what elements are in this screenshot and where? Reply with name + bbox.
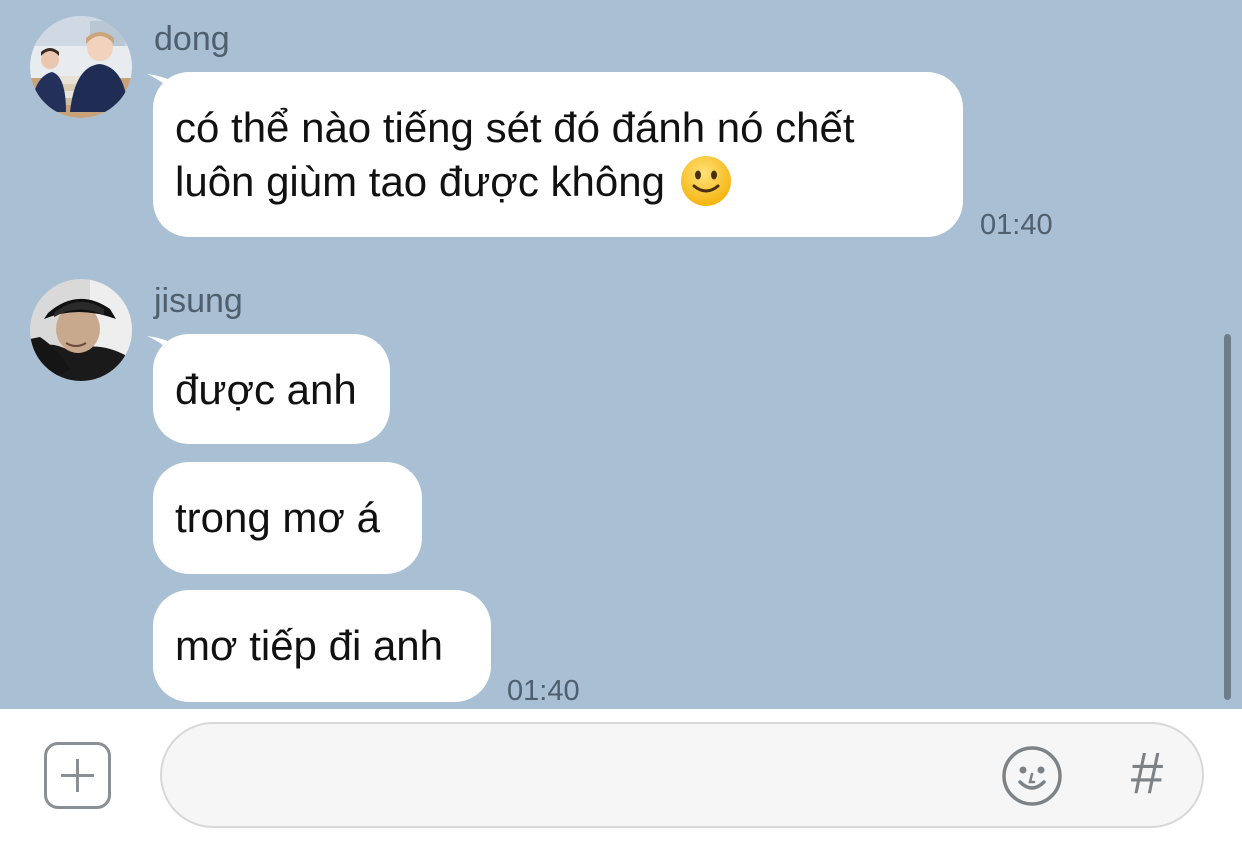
message-text: được anh xyxy=(175,366,357,413)
message-bubble[interactable]: mơ tiếp đi anh xyxy=(153,590,491,702)
message-text: mơ tiếp đi anh xyxy=(175,622,444,669)
message-input[interactable] xyxy=(192,744,992,808)
message-text: có thể nào tiếng sét đó đánh nó chết xyxy=(175,104,855,151)
chat-view[interactable]: dong có thể nào tiếng sét đó đánh nó chế… xyxy=(0,0,1242,709)
message-time: 01:40 xyxy=(980,209,1053,241)
message-bubble[interactable]: có thể nào tiếng sét đó đánh nó chết luô… xyxy=(153,72,963,237)
message-text: luôn giùm tao được không xyxy=(175,155,941,212)
message-bubble[interactable]: được anh xyxy=(153,334,390,444)
add-attachment-button[interactable] xyxy=(44,742,111,809)
avatar-photo-jisung xyxy=(30,279,132,381)
message-bubble[interactable]: trong mơ á xyxy=(153,462,422,574)
hashtag-button[interactable]: # xyxy=(1120,742,1174,806)
avatar-photo-dong xyxy=(30,16,132,118)
avatar-jisung[interactable] xyxy=(30,279,132,381)
message-time: 01:40 xyxy=(507,675,580,707)
sender-name: dong xyxy=(154,20,230,58)
scrollbar[interactable] xyxy=(1224,334,1231,700)
message-text: trong mơ á xyxy=(175,494,380,541)
smiley-face-icon[interactable] xyxy=(1000,744,1064,808)
sender-name: jisung xyxy=(154,282,243,320)
slightly-smiling-face-icon xyxy=(680,155,731,206)
avatar-dong[interactable] xyxy=(30,16,132,118)
